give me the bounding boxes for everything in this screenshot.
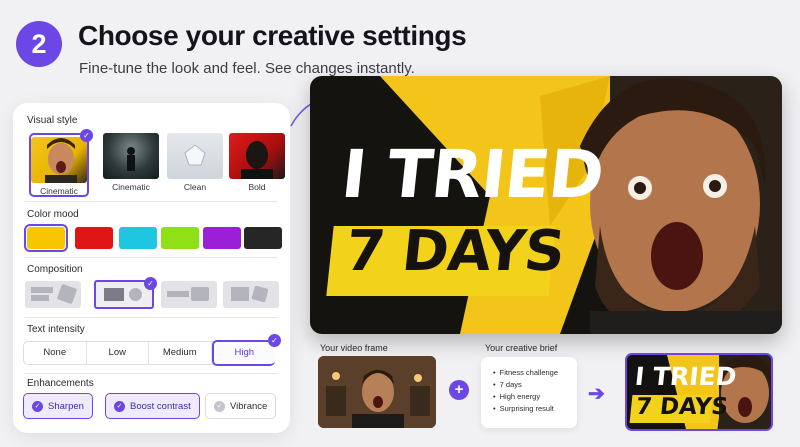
settings-panel: Visual style Cinematic ✓ Cinematic Clean…: [13, 103, 290, 433]
chip-label: Vibrance: [230, 400, 268, 412]
brief-item: Surprising result: [493, 403, 577, 415]
visual-style-title: Visual style: [27, 115, 78, 126]
intensity-option-none[interactable]: None: [24, 342, 87, 364]
chip-label: Boost contrast: [130, 400, 191, 412]
brief-item: Fitness challenge: [493, 367, 577, 379]
divider: [25, 257, 278, 258]
check-circle-icon: ✓: [32, 400, 43, 412]
check-circle-icon: ✓: [114, 400, 125, 412]
divider: [25, 201, 278, 202]
frame-caption: Your video frame: [320, 343, 388, 353]
composition-option-1[interactable]: [25, 281, 81, 308]
plus-icon: +: [449, 380, 469, 400]
divider: [25, 317, 278, 318]
check-icon: ✓: [80, 129, 93, 142]
color-swatch-black[interactable]: [244, 227, 282, 249]
color-mood-title: Color mood: [27, 209, 79, 220]
silhouette-icon: [127, 147, 135, 171]
style-label: Bold: [248, 182, 266, 192]
style-thumb: [229, 133, 285, 179]
intensity-option-medium[interactable]: Medium: [149, 342, 212, 364]
thumbnail-preview: I TRIED 7 DAYS: [310, 76, 782, 334]
check-icon: ✓: [268, 334, 281, 347]
intensity-option-high[interactable]: High: [211, 340, 275, 366]
style-option-cinematic-selected[interactable]: Cinematic ✓: [29, 129, 93, 197]
composition-title: Composition: [27, 264, 83, 275]
shape-icon: [184, 144, 206, 166]
color-swatch-cyan[interactable]: [119, 227, 157, 249]
brief-item: High energy: [493, 391, 577, 403]
composition-option-3[interactable]: [161, 281, 217, 308]
color-swatch-yellow[interactable]: [24, 224, 68, 252]
check-icon: ✓: [144, 277, 157, 290]
result-headline-line1: I TRIED: [633, 362, 738, 391]
chip-vibrance[interactable]: ✓ Vibrance: [205, 393, 277, 419]
brief-caption: Your creative brief: [485, 343, 558, 353]
video-frame-thumb: [318, 356, 436, 428]
style-thumb: [167, 133, 223, 179]
video-frame-image: [318, 356, 436, 428]
color-swatch-green[interactable]: [161, 227, 199, 249]
step-badge: 2: [16, 21, 62, 67]
style-option-clean[interactable]: Clean: [165, 133, 225, 197]
enhancements-title: Enhancements: [27, 378, 94, 389]
chip-sharpen[interactable]: ✓ Sharpen: [23, 393, 93, 419]
result-thumbnail: I TRIED 7 DAYS: [625, 353, 773, 431]
face-thumb-icon: [241, 141, 273, 179]
intensity-option-low[interactable]: Low: [87, 342, 149, 364]
composition-option-4[interactable]: [223, 281, 279, 308]
page-subtitle: Fine-tune the look and feel. See changes…: [79, 60, 415, 77]
creative-brief-card: Fitness challenge 7 days High energy Sur…: [481, 357, 577, 428]
check-circle-icon: ✓: [214, 400, 225, 412]
style-thumb: [103, 133, 159, 179]
chip-boost-contrast[interactable]: ✓ Boost contrast: [105, 393, 200, 419]
color-swatch-purple[interactable]: [203, 227, 241, 249]
page-title: Choose your creative settings: [78, 20, 467, 51]
text-intensity-selector: None Low Medium High: [23, 340, 275, 366]
style-label: Clean: [183, 182, 207, 192]
style-option-cinematic[interactable]: Cinematic: [101, 133, 161, 197]
brief-item: 7 days: [493, 379, 577, 391]
divider: [25, 373, 278, 374]
thumbnail-headline-line2: 7 DAYS: [342, 219, 568, 284]
style-option-bold[interactable]: Bold: [227, 133, 287, 197]
face-thumb-icon: [45, 138, 77, 183]
chip-label: Sharpen: [48, 400, 84, 412]
text-intensity-title: Text intensity: [27, 324, 85, 335]
style-thumb: [31, 137, 87, 183]
result-headline-line2: 7 DAYS: [634, 394, 730, 420]
arrow-right-icon: ➔: [588, 383, 605, 405]
style-label: Cinematic: [40, 186, 78, 196]
thumbnail-headline-line1: I TRIED: [337, 136, 607, 213]
color-swatch-red[interactable]: [75, 227, 113, 249]
style-label: Cinematic: [112, 182, 150, 192]
